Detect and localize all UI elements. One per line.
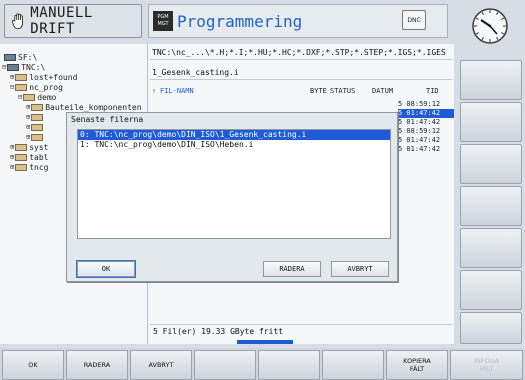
softkey-copy-field[interactable]: KOPIERA FÄLT xyxy=(386,350,448,380)
drive-icon xyxy=(4,53,16,61)
table-cell: 5 01:47:42 xyxy=(398,118,441,126)
softkey-delete[interactable]: RADERA xyxy=(66,350,128,380)
expand-icon[interactable]: ⊞ xyxy=(10,163,14,171)
tree-item-folder[interactable]: ⊞ xyxy=(26,132,45,142)
expand-icon[interactable]: ⊞ xyxy=(26,103,30,111)
expand-icon[interactable]: ⊞ xyxy=(26,113,30,121)
drive-icon xyxy=(7,63,20,71)
folder-icon xyxy=(31,133,44,141)
folder-icon xyxy=(31,103,44,111)
ok-button[interactable]: OK xyxy=(76,260,136,278)
table-cell: 5 01:47:42 xyxy=(398,145,441,153)
tree-item-table[interactable]: ⊞ tabl xyxy=(10,152,48,162)
tree-item-bauteile[interactable]: ⊞ Bauteile_komponenten xyxy=(26,102,142,112)
softkey-insert-field: INFOGA FÄLT xyxy=(450,350,523,380)
tree-item-tncguide[interactable]: ⊞ tncg xyxy=(10,162,48,172)
table-cell: 5 01:47:42 xyxy=(398,136,441,144)
dnc-icon: DNC xyxy=(402,10,426,30)
list-item[interactable]: 0: TNC:\nc_prog\demo\DIN_ISO\1_Gesenk_ca… xyxy=(78,130,390,140)
table-cell: 5 01:47:42 xyxy=(398,109,454,118)
expand-icon[interactable]: ⊞ xyxy=(10,153,14,161)
list-item[interactable]: 1: TNC:\nc_prog\demo\DIN_ISO\Heben.i xyxy=(78,140,390,150)
tree-item-tnc[interactable]: ⊟ TNC:\ xyxy=(2,62,45,72)
dialog-title: Senaste filerna xyxy=(71,115,144,124)
recent-files-dialog: Senaste filerna 0: TNC:\nc_prog\demo\DIN… xyxy=(66,112,398,282)
softkey-empty[interactable] xyxy=(258,350,320,380)
tree-item-demo[interactable]: ⊟ demo xyxy=(18,92,56,102)
collapse-icon[interactable]: ⊟ xyxy=(18,93,22,101)
tree-item-folder[interactable]: ⊞ xyxy=(26,112,45,122)
vertical-softkey[interactable] xyxy=(460,186,522,226)
expand-icon[interactable]: ⊞ xyxy=(26,123,30,131)
folder-icon xyxy=(15,163,28,171)
operating-mode-indicator: MANUELL DRIFT xyxy=(4,4,142,38)
column-name[interactable]: FIL-NAMN xyxy=(160,87,194,95)
folder-icon xyxy=(15,143,28,151)
collapse-icon[interactable]: ⊟ xyxy=(2,63,6,71)
table-cell: 5 08:59:12 xyxy=(398,127,441,135)
column-date[interactable]: DATUM xyxy=(372,87,393,95)
folder-icon xyxy=(15,83,28,91)
collapse-icon[interactable]: ⊟ xyxy=(10,83,14,91)
cancel-button[interactable]: AVBRYT xyxy=(331,261,389,277)
softkey-cancel[interactable]: AVBRYT xyxy=(130,350,192,380)
expand-icon[interactable]: ⊞ xyxy=(26,133,30,141)
expand-icon[interactable]: ⊞ xyxy=(10,73,14,81)
tree-item-lost-found[interactable]: ⊞ lost+found xyxy=(10,72,77,82)
folder-icon xyxy=(23,93,36,101)
time-column-cells: 5 08:59:12 5 01:47:42 5 01:47:42 5 08:59… xyxy=(398,100,454,154)
current-file: 1_Gesenk_casting.i xyxy=(150,66,452,80)
delete-button[interactable]: RADERA xyxy=(263,261,321,277)
sort-icon: ⇑ xyxy=(152,87,157,95)
clock-area xyxy=(456,0,525,58)
vertical-softkey[interactable] xyxy=(460,60,522,100)
folder-icon xyxy=(15,73,28,81)
table-cell: 5 08:59:12 xyxy=(398,100,441,108)
recent-files-list[interactable]: 0: TNC:\nc_prog\demo\DIN_ISO\1_Gesenk_ca… xyxy=(77,129,391,239)
softkey-ok[interactable]: OK xyxy=(2,350,64,380)
clock-icon xyxy=(472,8,508,44)
column-time[interactable]: TID xyxy=(426,87,439,95)
softkey-bar: OK RADERA AVBRYT KOPIERA FÄLT INFOGA FÄL… xyxy=(0,348,525,380)
program-mode-title: Programmering xyxy=(177,11,303,31)
vertical-softkey[interactable] xyxy=(460,102,522,142)
hand-icon xyxy=(11,13,23,30)
folder-icon xyxy=(31,113,44,121)
tree-item-system[interactable]: ⊞ syst xyxy=(10,142,48,152)
mode-label: MANUELL DRIFT xyxy=(30,5,93,37)
horizontal-scrollbar[interactable] xyxy=(237,340,293,344)
expand-icon[interactable]: ⊞ xyxy=(10,143,14,151)
softkey-empty[interactable] xyxy=(322,350,384,380)
column-status[interactable]: STATUS xyxy=(330,87,355,95)
column-header: ⇑ FIL-NAMN BYTE STATUS DATUM TID xyxy=(150,84,452,98)
pgm-mgt-icon: PGM MGT xyxy=(153,11,173,31)
softkey-empty[interactable] xyxy=(194,350,256,380)
filter-path: TNC:\nc_...\*.H;*.I;*.HU;*.HC;*.DXF;*.ST… xyxy=(150,46,452,60)
vertical-softkey[interactable] xyxy=(460,312,522,344)
tree-item-folder[interactable]: ⊞ xyxy=(26,122,45,132)
vertical-softkey[interactable] xyxy=(460,144,522,184)
vertical-softkey[interactable] xyxy=(460,270,522,310)
tree-item-sf[interactable]: SF:\ xyxy=(4,52,37,62)
tree-item-nc-prog[interactable]: ⊟ nc_prog xyxy=(10,82,63,92)
folder-icon xyxy=(15,153,28,161)
vertical-softkey[interactable] xyxy=(460,228,522,268)
column-byte[interactable]: BYTE xyxy=(310,87,327,95)
folder-icon xyxy=(31,123,44,131)
status-bar: 5 Fil(er) 19.33 GByte fritt xyxy=(150,324,452,338)
